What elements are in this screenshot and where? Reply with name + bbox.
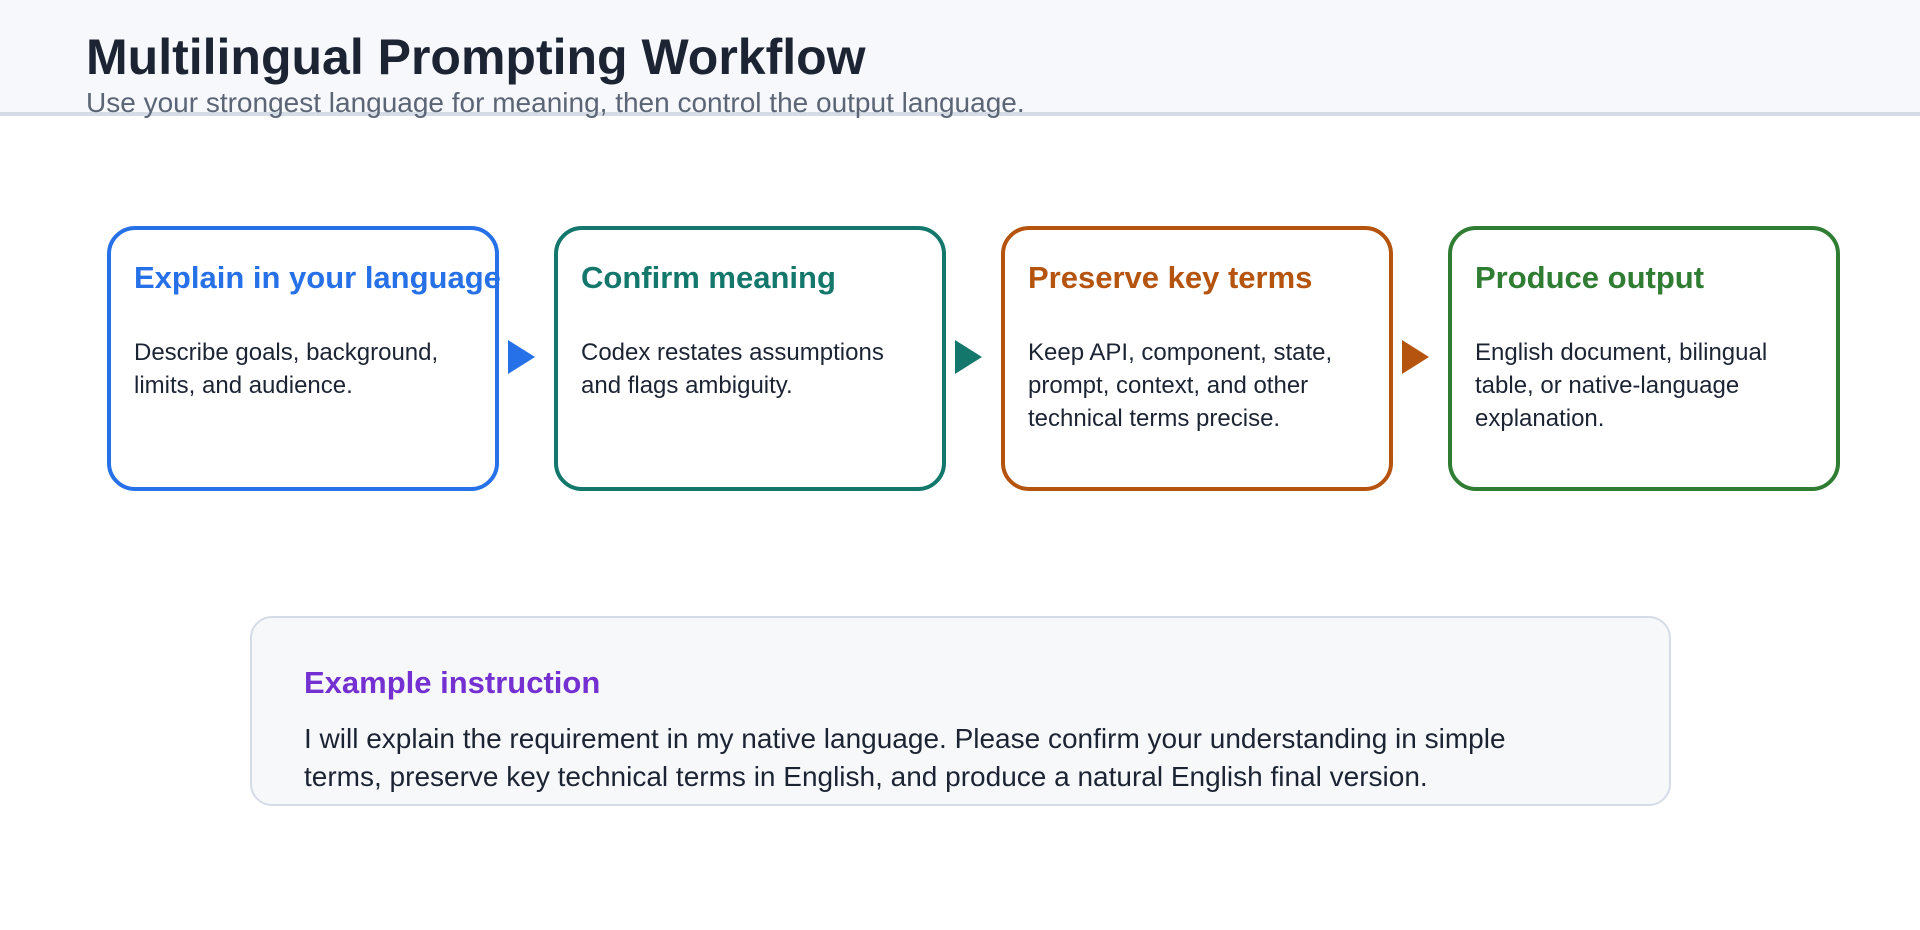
step-description: Codex restates assumptions and flags amb… [581, 339, 884, 399]
step-description: Describe goals, background, limits, and … [134, 339, 439, 399]
page-header: Multilingual Prompting Workflow Use your… [0, 0, 1920, 118]
page-title: Multilingual Prompting Workflow [86, 29, 866, 85]
step-explain: Explain in your language Describe goals,… [107, 226, 501, 491]
triangle-right-icon [508, 340, 535, 374]
step-title: Confirm meaning [581, 260, 836, 295]
page-subtitle: Use your strongest language for meaning,… [86, 87, 1025, 118]
step-output: Produce output English document, bilingu… [1448, 226, 1840, 491]
example-title: Example instruction [304, 665, 601, 700]
step-title: Explain in your language [134, 260, 501, 295]
workflow-page: Multilingual Prompting Workflow Use your… [0, 0, 1920, 930]
step-description: English document, bilingual table, or na… [1475, 339, 1768, 432]
step-preserve: Preserve key terms Keep API, component, … [1001, 226, 1393, 491]
example-text: I will explain the requirement in my nat… [304, 723, 1506, 792]
step-title: Produce output [1475, 260, 1705, 295]
triangle-right-icon [1402, 340, 1429, 374]
step-description: Keep API, component, state, prompt, cont… [1028, 339, 1333, 432]
step-confirm: Confirm meaning Codex restates assumptio… [554, 226, 946, 491]
step-title: Preserve key terms [1028, 260, 1313, 295]
triangle-right-icon [955, 340, 982, 374]
